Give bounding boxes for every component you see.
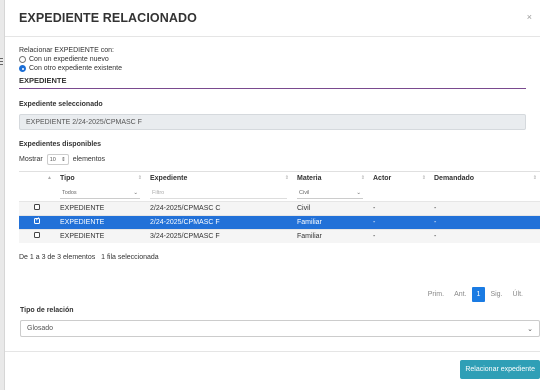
- sort-icon: ⇕: [360, 175, 365, 181]
- header-label: Demandado: [434, 175, 475, 182]
- cell-materia: Familiar: [292, 214, 368, 229]
- radio-button[interactable]: [19, 56, 26, 63]
- sort-icon: ⇕: [421, 175, 426, 181]
- page-size-value: 10: [49, 156, 56, 163]
- modal-title: EXPEDIENTE RELACIONADO: [19, 11, 197, 25]
- pager-page-1[interactable]: 1: [471, 287, 486, 302]
- header-label: Expediente: [150, 175, 188, 182]
- table-row[interactable]: EXPEDIENTE 2/24-2025/CPMASC C Civil - -: [19, 200, 540, 215]
- cell-materia: Civil: [292, 200, 368, 215]
- header-label: Actor: [373, 175, 392, 182]
- modal-dialog: EXPEDIENTE RELACIONADO × Relacionar EXPE…: [4, 0, 540, 390]
- pager-next[interactable]: Sig.: [485, 287, 507, 302]
- radio-label: Con un expediente nuevo: [29, 56, 109, 63]
- updown-icon: ⇕: [61, 156, 66, 163]
- relation-type-label: Tipo de relación: [20, 307, 74, 314]
- table-row[interactable]: EXPEDIENTE 3/24-2025/CPMASC F Familiar -…: [19, 228, 540, 243]
- sort-icon: ▲: [47, 175, 52, 181]
- page-size-select[interactable]: 10 ⇕: [46, 154, 69, 165]
- materia-filter-select[interactable]: Civil ⌄: [297, 188, 363, 199]
- filter-value: Todos: [62, 189, 77, 196]
- cell-actor: -: [368, 228, 429, 243]
- radio-existing[interactable]: Con otro expediente existente: [19, 65, 526, 72]
- sort-icon: ⇕: [284, 175, 289, 181]
- page-edge-handle: [0, 58, 3, 70]
- table-info: De 1 a 3 de 3 elementos 1 fila seleccion…: [19, 254, 159, 261]
- cell-tipo: EXPEDIENTE: [55, 228, 145, 243]
- radio-new[interactable]: Con un expediente nuevo: [19, 56, 526, 63]
- cell-actor: -: [368, 200, 429, 215]
- show-prefix: Mostrar: [19, 156, 43, 163]
- filter-placeholder: Filtro: [152, 189, 165, 196]
- tipo-filter-select[interactable]: Todos ⌄: [60, 188, 140, 199]
- expediente-filter-input[interactable]: Filtro: [150, 188, 287, 199]
- relate-label: Relacionar EXPEDIENTE con:: [19, 47, 114, 54]
- header-materia[interactable]: Materia ⇕: [292, 171, 368, 187]
- pager-prev[interactable]: Ant.: [449, 287, 471, 302]
- relation-type-select[interactable]: Glosado ⌄: [20, 320, 540, 337]
- selected-expediente-label: Expediente seleccionado: [19, 101, 103, 108]
- chevron-down-icon: ⌄: [133, 189, 138, 196]
- header-label: Materia: [297, 175, 322, 182]
- cell-materia: Familiar: [292, 228, 368, 243]
- section-title: EXPEDIENTE: [19, 76, 526, 89]
- row-checkbox[interactable]: [34, 232, 40, 239]
- available-label: Expedientes disponibles: [19, 141, 102, 148]
- cell-expediente: 3/24-2025/CPMASC F: [145, 228, 292, 243]
- select-column-header[interactable]: ▲: [19, 171, 55, 187]
- expedientes-table: ▲ Tipo ⇕ Expediente ⇕ Materia ⇕ Actor ⇕ Dema…: [19, 171, 540, 243]
- pager-last[interactable]: Últ.: [508, 287, 529, 302]
- pager-first[interactable]: Prim.: [423, 287, 449, 302]
- selected-expediente-value: EXPEDIENTE 2/24-2025/CPMASC F: [26, 118, 142, 126]
- chevron-down-icon: ⌄: [527, 325, 533, 333]
- header-demandado[interactable]: Demandado ⇕: [429, 171, 540, 187]
- pagination: Prim. Ant. 1 Sig. Últ.: [423, 287, 528, 302]
- sort-icon: ⇕: [137, 175, 142, 181]
- cell-expediente: 2/24-2025/CPMASC C: [145, 200, 292, 215]
- cell-expediente: 2/24-2025/CPMASC F: [145, 214, 292, 229]
- radio-button-checked[interactable]: [19, 65, 26, 72]
- cell-demandado: -: [429, 214, 540, 229]
- header-expediente[interactable]: Expediente ⇕: [145, 171, 292, 187]
- table-row-selected[interactable]: EXPEDIENTE 2/24-2025/CPMASC F Familiar -…: [19, 214, 540, 229]
- cell-actor: -: [368, 214, 429, 229]
- cell-tipo: EXPEDIENTE: [55, 200, 145, 215]
- header-tipo[interactable]: Tipo ⇕: [55, 171, 145, 187]
- cell-demandado: -: [429, 228, 540, 243]
- radio-label: Con otro expediente existente: [29, 65, 123, 72]
- relate-expediente-button[interactable]: Relacionar expediente: [460, 360, 540, 379]
- cell-tipo: EXPEDIENTE: [55, 214, 145, 229]
- modal-header: EXPEDIENTE RELACIONADO ×: [5, 0, 540, 37]
- close-icon[interactable]: ×: [527, 12, 532, 22]
- header-actor[interactable]: Actor ⇕: [368, 171, 429, 187]
- relation-type-value: Glosado: [27, 325, 54, 332]
- chevron-down-icon: ⌄: [356, 189, 361, 196]
- cell-demandado: -: [429, 200, 540, 215]
- filter-value: Civil: [299, 189, 310, 196]
- row-checkbox[interactable]: [34, 204, 40, 210]
- show-suffix: elementos: [72, 156, 106, 163]
- page-size-row: Mostrar 10 ⇕ elementos: [19, 154, 526, 165]
- row-checkbox-checked[interactable]: [34, 216, 40, 224]
- header-label: Tipo: [60, 175, 75, 182]
- selected-expediente-field: EXPEDIENTE 2/24-2025/CPMASC F: [19, 114, 526, 130]
- sort-icon: ⇕: [532, 175, 537, 181]
- footer-divider: [5, 351, 540, 352]
